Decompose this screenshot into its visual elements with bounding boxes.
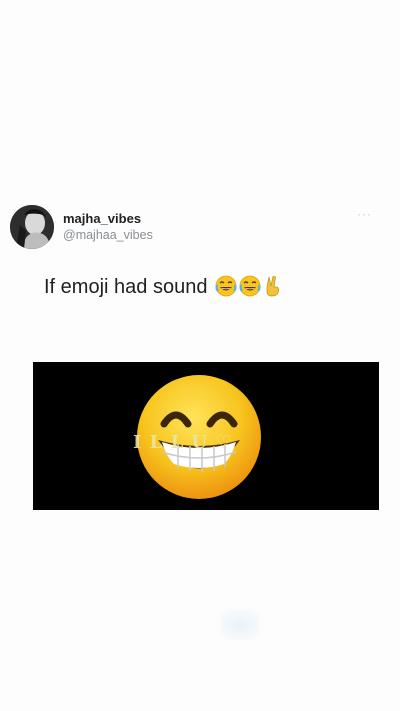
victory-hand-icon <box>263 275 283 305</box>
user-handle-block[interactable]: majha_vibes @majhaa_vibes <box>63 211 153 243</box>
avatar-image-icon <box>10 205 54 249</box>
video-caption: I L L U ♡ <box>133 432 233 453</box>
face-with-tears-of-joy-icon <box>215 275 237 305</box>
username[interactable]: @majhaa_vibes <box>63 227 153 243</box>
display-name[interactable]: majha_vibes <box>63 211 153 227</box>
more-options-icon[interactable]: ··· <box>357 208 372 220</box>
tweet-text-line: If emoji had sound <box>44 273 283 305</box>
screen: majha_vibes @majhaa_vibes ··· If emoji h… <box>0 0 400 711</box>
avatar[interactable] <box>10 205 54 249</box>
post-header: majha_vibes @majhaa_vibes ··· <box>10 205 372 253</box>
tweet-text: If emoji had sound <box>44 276 208 298</box>
face-with-tears-of-joy-icon <box>239 275 261 305</box>
background-smudge <box>220 610 260 640</box>
media-video[interactable]: I L L U ♡ <box>33 362 379 510</box>
